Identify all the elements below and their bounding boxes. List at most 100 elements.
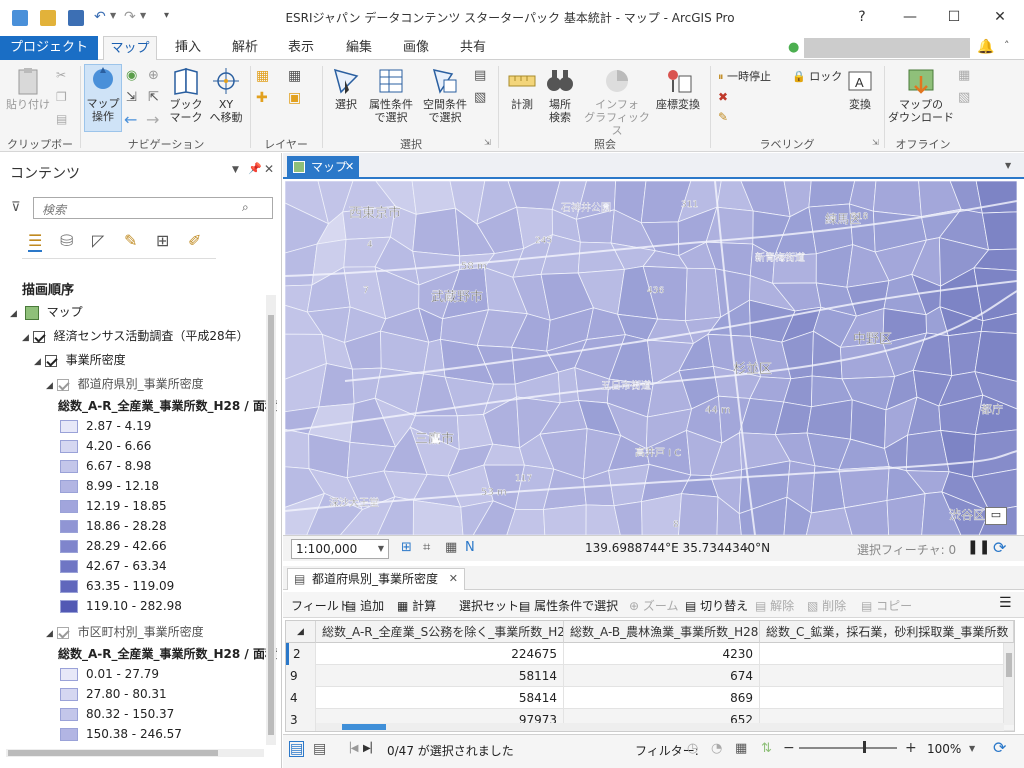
- tab-share[interactable]: 共有: [450, 36, 496, 60]
- sync-icon[interactable]: ▦: [958, 68, 970, 83]
- scrollbar-thumb[interactable]: [8, 750, 218, 756]
- column-header[interactable]: 総数_A-R_全産業_S公務を除く_事業所数_H28: [316, 621, 564, 643]
- draw-order-view-icon[interactable]: ☰: [28, 231, 43, 252]
- pane-menu-icon[interactable]: ▼: [232, 165, 239, 175]
- new-project-icon[interactable]: [12, 10, 28, 26]
- close-tab-icon[interactable]: ✕: [449, 569, 458, 589]
- municipality-polygon[interactable]: [678, 493, 719, 535]
- map-tray-icon[interactable]: ▭: [985, 507, 1007, 525]
- contents-search-input[interactable]: 検索 ⌕: [33, 197, 273, 219]
- column-header[interactable]: 総数_A-B_農林漁業_事業所数_H28: [564, 621, 760, 643]
- vertical-scrollbar[interactable]: [266, 295, 276, 745]
- close-tab-icon[interactable]: ✕: [345, 156, 354, 178]
- table-horizontal-scrollbar[interactable]: [316, 723, 1004, 731]
- measure-button[interactable]: 計測: [502, 66, 542, 111]
- copy-icon[interactable]: ❐: [56, 90, 67, 104]
- municipality-polygon[interactable]: [808, 181, 856, 208]
- legend-class[interactable]: 12.19 - 18.85: [60, 499, 167, 513]
- download-map-button[interactable]: マップの ダウンロード: [888, 66, 954, 124]
- zoom-in-fixed-icon[interactable]: ⇲: [126, 90, 137, 105]
- tab-list-icon[interactable]: ▼: [1005, 161, 1011, 170]
- expand-icon[interactable]: ◢: [46, 381, 53, 391]
- undo-dropdown-icon[interactable]: ▼: [110, 11, 116, 20]
- save-icon[interactable]: [68, 10, 84, 26]
- chevron-down-icon[interactable]: ▼: [969, 744, 975, 753]
- scrollbar-thumb[interactable]: [268, 315, 274, 735]
- notification-bell-icon[interactable]: 🔔: [977, 39, 994, 55]
- delete-selection-button[interactable]: ▧ 削除: [807, 597, 846, 614]
- add-field-button[interactable]: ▤ 追加: [345, 597, 384, 614]
- pin-icon[interactable]: 📌: [248, 162, 262, 175]
- table-cell[interactable]: 58114: [316, 665, 564, 687]
- minimize-button[interactable]: —: [894, 6, 926, 28]
- zoom-slider-thumb[interactable]: [863, 741, 866, 753]
- constraints-icon[interactable]: ▦: [445, 540, 457, 555]
- tab-imagery[interactable]: 画像: [393, 36, 439, 60]
- cut-icon[interactable]: ✂: [56, 68, 66, 82]
- undo-icon[interactable]: ↶: [94, 9, 106, 25]
- refresh-icon[interactable]: ⟳: [993, 538, 1006, 557]
- remove-offline-icon[interactable]: ▧: [958, 90, 970, 105]
- grid-icon[interactable]: ⌗: [423, 540, 430, 555]
- table-row[interactable]: 2 224675 4230: [286, 643, 1014, 665]
- tab-attribute-table[interactable]: ▤ 都道府県別_事業所密度 ✕: [287, 568, 466, 590]
- legend-class[interactable]: 27.80 - 80.31: [60, 687, 167, 701]
- municipality-polygon[interactable]: [975, 181, 1017, 214]
- legend-class[interactable]: 150.38 - 246.57: [60, 727, 182, 741]
- select-all-corner[interactable]: ◢: [286, 621, 316, 643]
- table-menu-icon[interactable]: ☰: [999, 595, 1012, 611]
- select-by-attributes-table-button[interactable]: ▤ 属性条件で選択: [519, 597, 618, 614]
- view-unplaced-icon[interactable]: ✖: [718, 90, 728, 104]
- table-cell[interactable]: 674: [564, 665, 760, 687]
- filter-icon[interactable]: ⊽: [11, 200, 21, 215]
- copy-path-icon[interactable]: ▤: [56, 112, 67, 126]
- tab-map[interactable]: マップ: [103, 36, 157, 60]
- collapse-ribbon-icon[interactable]: ˄: [1004, 39, 1010, 52]
- pause-drawing-icon[interactable]: ❚❚: [967, 539, 990, 555]
- bookmarks-button[interactable]: ブック マーク: [166, 66, 206, 124]
- infographics-button[interactable]: インフォ グラフィックス: [582, 66, 652, 137]
- zoom-to-selection-button[interactable]: ⊕ ズーム: [629, 597, 679, 614]
- legend-class[interactable]: 4.20 - 6.66: [60, 439, 151, 453]
- range-filter-icon[interactable]: ◔: [711, 741, 722, 756]
- zoom-in-icon[interactable]: +: [905, 740, 917, 756]
- table-row[interactable]: 4 58414 869: [286, 687, 1014, 709]
- tree-map[interactable]: ◢ マップ: [10, 303, 83, 320]
- clear-selection-button[interactable]: ▤ 解除: [755, 597, 794, 614]
- legend-class[interactable]: 18.86 - 28.28: [60, 519, 167, 533]
- zoom-out-icon[interactable]: −: [783, 740, 795, 756]
- municipality-polygon[interactable]: [285, 429, 310, 470]
- attributes-icon[interactable]: ▤: [474, 68, 486, 83]
- fixed-zoom-icon[interactable]: ⊕: [148, 68, 159, 83]
- add-data-icon[interactable]: ▦: [256, 68, 269, 84]
- close-pane-icon[interactable]: ✕: [264, 162, 274, 176]
- horizontal-scrollbar[interactable]: [6, 749, 264, 757]
- first-record-icon[interactable]: ▕◀: [343, 743, 358, 754]
- tab-analysis[interactable]: 解析: [222, 36, 268, 60]
- explore-button[interactable]: マップ 操作: [84, 64, 122, 132]
- next-extent-icon[interactable]: →: [146, 110, 159, 129]
- table-row[interactable]: 9 58114 674: [286, 665, 1014, 687]
- copy-selection-button[interactable]: ▤ コピー: [861, 597, 912, 614]
- table-cell[interactable]: 869: [564, 687, 760, 709]
- legend-class[interactable]: 80.32 - 150.37: [60, 707, 174, 721]
- column-header[interactable]: 総数_C_鉱業，採石業，砂利採取業_事業所数: [760, 621, 1014, 643]
- snapping-view-icon[interactable]: ⊞: [156, 231, 169, 250]
- zoom-out-fixed-icon[interactable]: ⇱: [148, 90, 159, 105]
- expand-icon[interactable]: ◢: [10, 309, 17, 319]
- label-priority-icon[interactable]: ✎: [718, 110, 728, 124]
- visibility-checkbox[interactable]: [32, 330, 45, 343]
- sort-icon[interactable]: ⇅: [761, 741, 772, 756]
- municipality-polygon[interactable]: [872, 181, 922, 217]
- row-header[interactable]: 2: [286, 643, 316, 665]
- municipality-polygon[interactable]: [981, 211, 1017, 251]
- legend-class[interactable]: 8.99 - 12.18: [60, 479, 159, 493]
- row-header[interactable]: 4: [286, 687, 316, 709]
- chevron-down-icon[interactable]: ▼: [378, 540, 384, 558]
- legend-class[interactable]: 2.87 - 4.19: [60, 419, 151, 433]
- add-preset-icon[interactable]: ▦: [288, 68, 301, 84]
- expand-icon[interactable]: ◢: [22, 333, 29, 343]
- legend-class[interactable]: 119.10 - 282.98: [60, 599, 182, 613]
- row-header[interactable]: 3: [286, 709, 316, 731]
- convert-labels-button[interactable]: A 変換: [842, 66, 878, 111]
